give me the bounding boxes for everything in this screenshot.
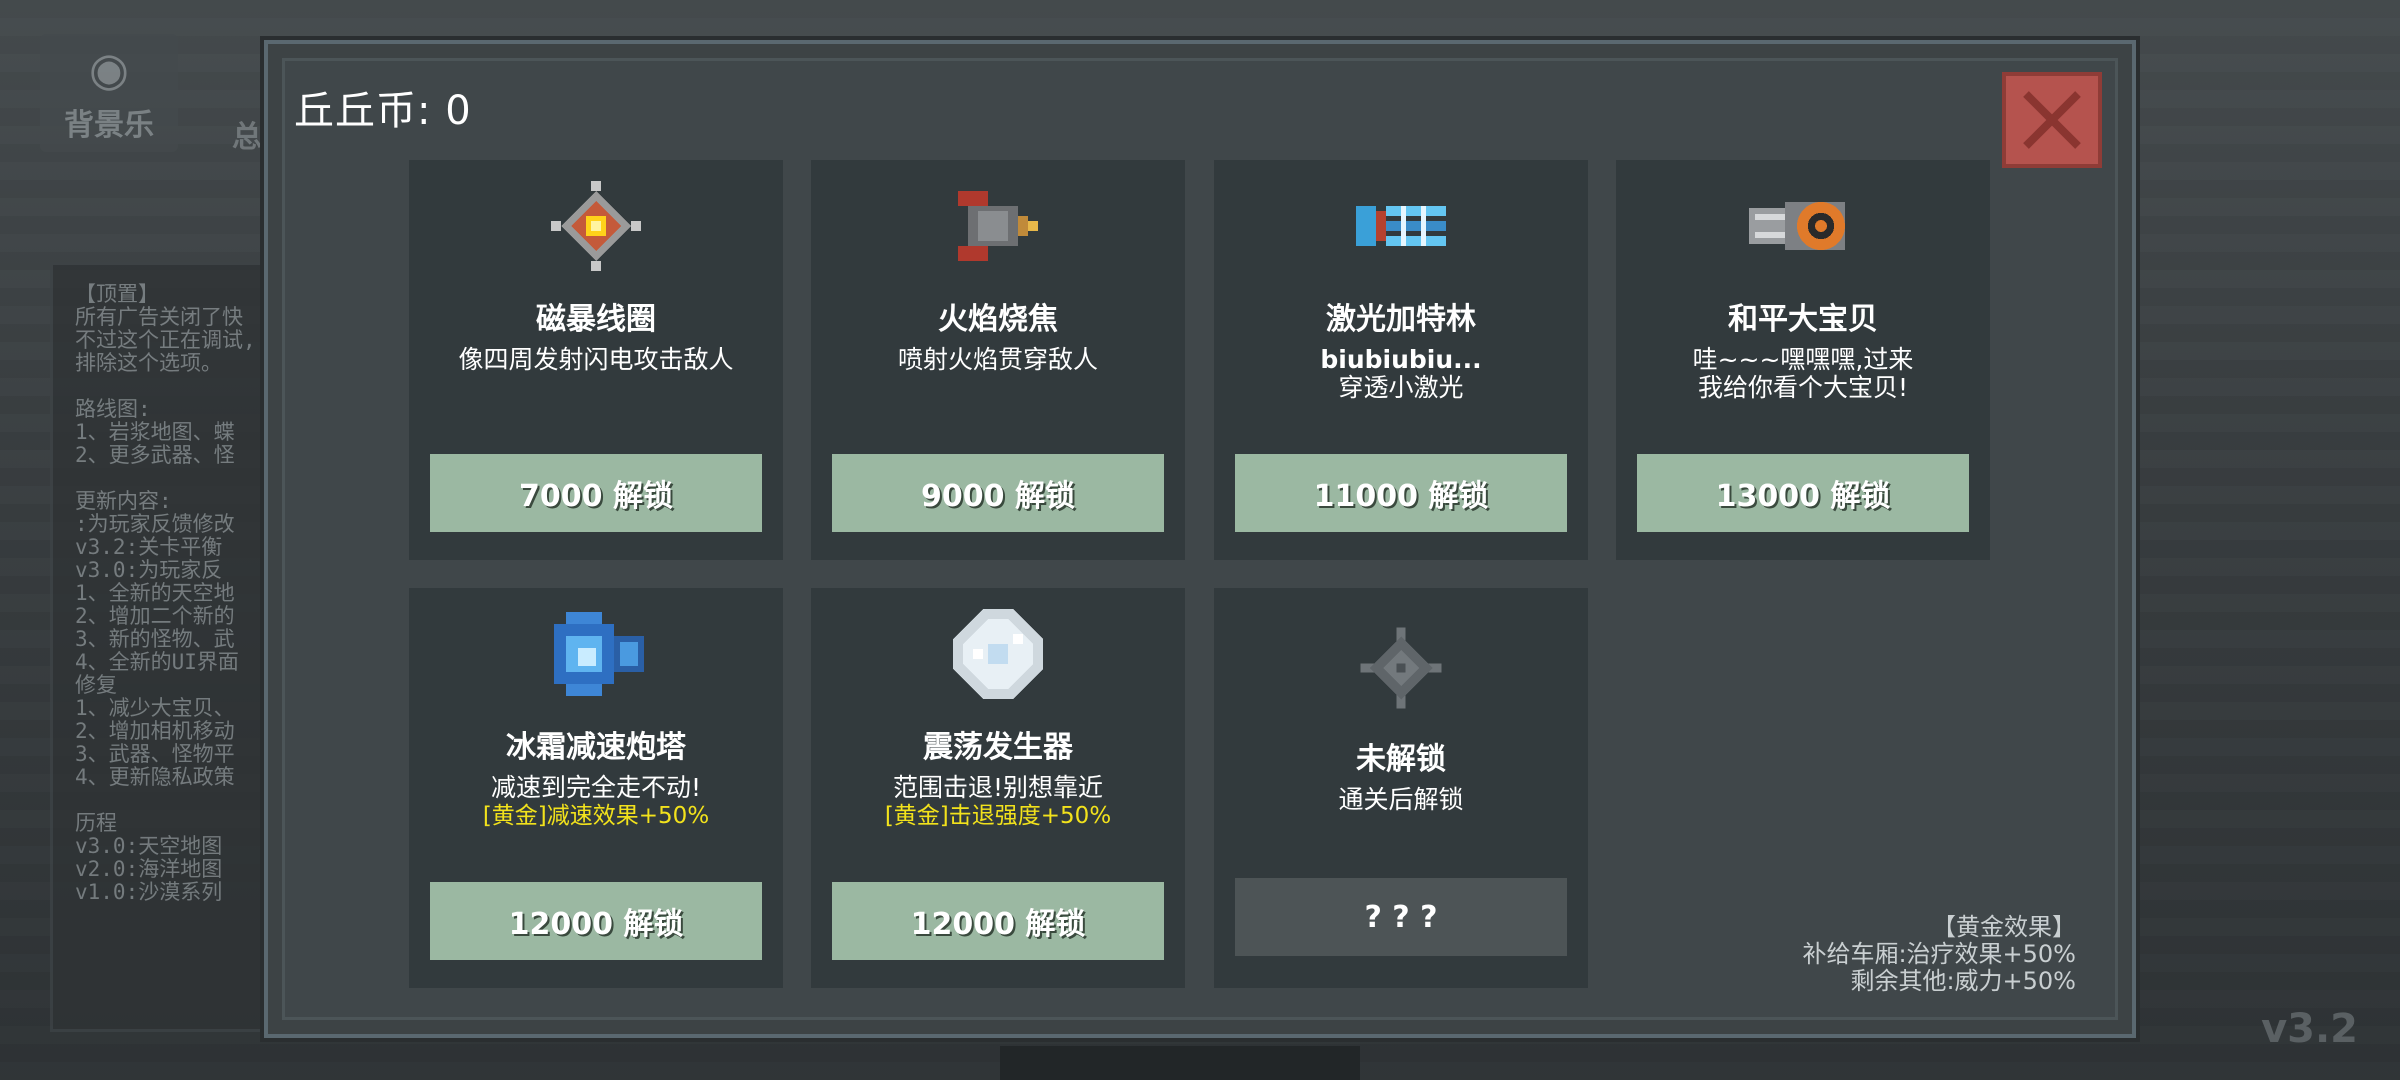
- card-description: 喷射火焰贯穿敌人: [821, 346, 1175, 374]
- card-title: 磁暴线圈: [536, 302, 656, 337]
- gold-effect-line: 补给车厢:治疗效果+50%: [1802, 940, 2076, 968]
- card-description-line: 穿透小激光: [1338, 373, 1464, 402]
- card-description-text: 像四周发射闪电攻击敌人: [458, 345, 734, 374]
- locked-button[interactable]: ? ? ?: [1235, 878, 1567, 956]
- gold-effect-line: 剩余其他:威力+50%: [1850, 967, 2076, 995]
- update-notes-line: 3、武器、怪物平: [75, 742, 235, 766]
- locked-gear-icon: [1214, 620, 1588, 716]
- card-title: 火焰烧焦: [938, 302, 1058, 337]
- card-tesla-coil: 磁暴线圈 像四周发射闪电攻击敌人 7000 解锁: [409, 160, 783, 560]
- tesla-coil-icon: [409, 178, 783, 274]
- close-icon: [2023, 91, 2081, 149]
- update-notes-line: 3、新的怪物、武: [75, 627, 235, 651]
- card-description-text: 范围击退!别想靠近: [892, 773, 1104, 802]
- update-notes-line: v3.0:天空地图: [75, 834, 223, 858]
- card-description-text: 减速到完全走不动!: [490, 773, 702, 802]
- card-description-line: biubiubiu...: [1320, 345, 1482, 374]
- frost-turret-icon: [409, 606, 783, 702]
- background-total-label: 总: [232, 120, 262, 155]
- shockwave-generator-icon: [811, 606, 1185, 702]
- update-notes-line: 1、全新的天空地: [75, 581, 235, 605]
- bottom-bar: [1000, 1046, 1360, 1080]
- card-description: 范围击退!别想靠近 [黄金]击退强度+50%: [821, 774, 1175, 830]
- update-notes-line: 历程: [75, 811, 117, 835]
- card-frost-turret: 冰霜减速炮塔 减速到完全走不动! [黄金]减速效果+50% 12000 解锁: [409, 588, 783, 988]
- coin-value: 0: [445, 88, 472, 134]
- update-notes-line: 修复: [75, 673, 117, 697]
- update-notes-line: v1.0:沙漠系列: [75, 880, 223, 904]
- version-label: v3.2: [2261, 1006, 2358, 1052]
- card-title: 震荡发生器: [923, 730, 1073, 765]
- update-notes-line: [75, 467, 282, 490]
- gold-effect-note: 【黄金效果】 补给车厢:治疗效果+50% 剩余其他:威力+50%: [1802, 914, 2076, 995]
- unlock-button[interactable]: 9000 解锁: [832, 454, 1164, 532]
- update-notes-line: 所有广告关闭了快: [75, 305, 243, 329]
- update-notes-line: 1、岩浆地图、蝶: [75, 420, 235, 444]
- update-notes-panel: 【顶置】 所有广告关闭了快 不过这个正在调试, 排除这个选项。 路线图: 1、岩浆地图、…: [50, 262, 285, 1032]
- flamethrower-icon: [811, 178, 1185, 274]
- card-description: 通关后解锁: [1224, 786, 1578, 814]
- update-notes-line: 不过这个正在调试,: [75, 328, 256, 352]
- update-notes-line: 排除这个选项。: [75, 351, 222, 375]
- card-description: 哇~~~嘿嘿嘿,过来 我给你看个大宝贝!: [1626, 346, 1980, 402]
- card-shockwave-generator: 震荡发生器 范围击退!别想靠近 [黄金]击退强度+50% 12000 解锁: [811, 588, 1185, 988]
- unlock-button[interactable]: 12000 解锁: [832, 882, 1164, 960]
- update-notes-line: 4、全新的UI界面: [75, 650, 239, 674]
- background-music-button[interactable]: ◉ 背景乐: [40, 34, 178, 152]
- update-notes-line: 【顶置】: [75, 282, 159, 306]
- unlock-button[interactable]: 12000 解锁: [430, 882, 762, 960]
- update-notes-line: 4、更新隐私政策: [75, 765, 235, 789]
- update-notes-line: [75, 375, 282, 398]
- card-title: 和平大宝贝: [1728, 302, 1878, 337]
- unlock-button[interactable]: 13000 解锁: [1637, 454, 1969, 532]
- close-button[interactable]: [2002, 72, 2102, 168]
- card-title: 冰霜减速炮塔: [506, 730, 686, 765]
- update-notes-line: v3.0:为玩家反: [75, 558, 223, 582]
- gold-bonus-text: [黄金]击退强度+50%: [884, 803, 1112, 829]
- update-notes-line: 2、更多武器、怪: [75, 443, 235, 467]
- gold-bonus-text: [黄金]减速效果+50%: [482, 803, 710, 829]
- gold-effect-title: 【黄金效果】: [1932, 913, 2076, 941]
- update-notes-line: v3.2:关卡平衡: [75, 535, 223, 559]
- update-notes-line: 路线图:: [75, 397, 151, 421]
- card-description-line: 哇~~~嘿嘿嘿,过来: [1692, 345, 1914, 374]
- card-description-text: 通关后解锁: [1338, 785, 1464, 814]
- update-notes-line: 2、增加相机移动: [75, 719, 235, 743]
- update-notes-line: 1、减少大宝贝、: [75, 696, 235, 720]
- unlock-button[interactable]: 7000 解锁: [430, 454, 762, 532]
- speaker-icon: ◉: [88, 42, 130, 96]
- card-description: biubiubiu... 穿透小激光: [1224, 346, 1578, 402]
- coin-label: 丘丘币:: [294, 88, 432, 134]
- update-notes-line: [75, 789, 282, 812]
- card-description-line: 我给你看个大宝贝!: [1697, 373, 1909, 402]
- card-title: 激光加特林: [1326, 302, 1476, 337]
- card-nuke-launcher: 和平大宝贝 哇~~~嘿嘿嘿,过来 我给你看个大宝贝! 13000 解锁: [1616, 160, 1990, 560]
- card-flamethrower: 火焰烧焦 喷射火焰贯穿敌人 9000 解锁: [811, 160, 1185, 560]
- update-notes-line: v2.0:海洋地图: [75, 857, 223, 881]
- update-notes-line: 2、增加二个新的: [75, 604, 235, 628]
- background-music-label: 背景乐: [64, 108, 154, 143]
- unlock-button[interactable]: 11000 解锁: [1235, 454, 1567, 532]
- update-notes-line: :为玩家反馈修改: [75, 512, 235, 536]
- card-description: 减速到完全走不动! [黄金]减速效果+50%: [419, 774, 773, 830]
- coin-balance: 丘丘币: 0: [294, 78, 472, 136]
- card-laser-gatling: 激光加特林 biubiubiu... 穿透小激光 11000 解锁: [1214, 160, 1588, 560]
- update-notes-line: 更新内容:: [75, 489, 172, 513]
- card-description: 像四周发射闪电攻击敌人: [419, 346, 773, 374]
- laser-gatling-icon: [1214, 178, 1588, 274]
- nuke-launcher-icon: [1616, 178, 1990, 274]
- card-title: 未解锁: [1356, 742, 1446, 777]
- card-locked: 未解锁 通关后解锁 ? ? ?: [1214, 588, 1588, 988]
- card-description-text: 喷射火焰贯穿敌人: [897, 345, 1098, 374]
